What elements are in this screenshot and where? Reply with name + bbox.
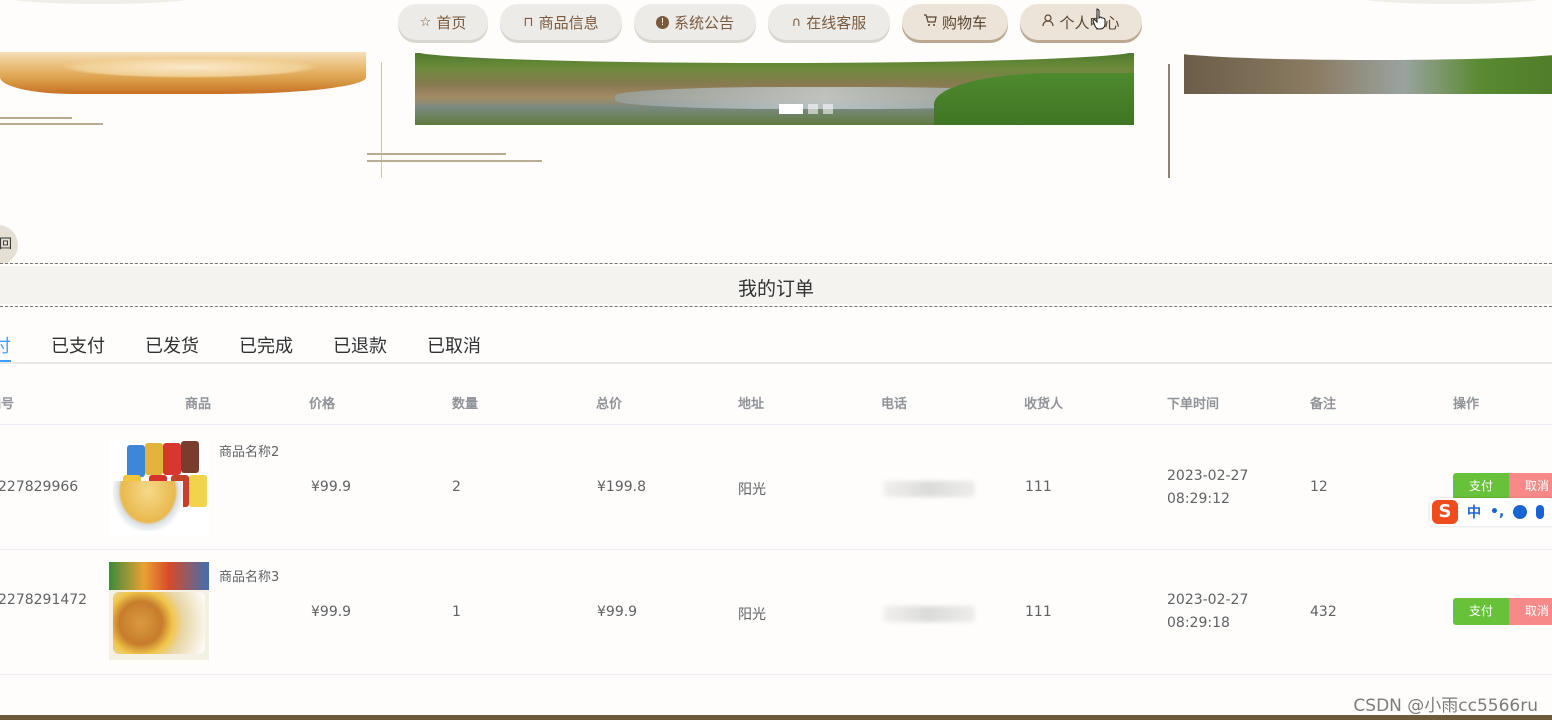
hand-cursor-icon [1092,8,1106,30]
nav-item-products[interactable]: ⊓ 商品信息 [500,4,622,40]
nav-item-profile[interactable]: 个人中心 [1020,4,1142,40]
tab-refunded[interactable]: 已退款 [333,332,387,358]
tab-paid[interactable]: 已支付 [51,332,105,358]
pay-button[interactable]: 支付 [1453,473,1509,500]
microphone-icon[interactable] [1536,505,1545,519]
order-time: 2023-02-27 08:29:12 [1167,468,1249,507]
table-header: 编号 商品 价格 数量 总价 地址 电话 收货人 下单时间 备注 操作 [0,378,1552,425]
column-header: 价格 [309,397,336,412]
column-header: 备注 [1310,397,1337,412]
nav-item-announcements[interactable]: ! 系统公告 [634,4,756,40]
column-header: 数量 [452,397,479,412]
order-status-tabs: 付 已支付 已发货 已完成 已退款 已取消 [0,330,1552,364]
table-row: 2278291472 商品名称3 ¥99.9 1 ¥99.9 阳光 111 20… [0,550,1552,675]
receiver: 111 [1025,479,1052,495]
tab-shipped[interactable]: 已发货 [145,332,199,358]
user-icon [1042,14,1055,30]
address: 阳光 [738,607,766,623]
nav-item-label: 系统公告 [673,13,734,32]
decorative-line [367,160,542,162]
ime-toolbar[interactable]: S 中 •, [1430,498,1552,526]
table-row: 227829966 商品名称2 ¥99.9 2 ¥199.8 阳光 111 20… [0,425,1552,550]
order-id: 227829966 [0,479,79,495]
order-time: 2023-02-27 08:29:18 [1167,592,1249,631]
carousel-indicators [779,104,833,114]
nav-item-label: 商品信息 [538,13,599,32]
alert-icon: ! [655,15,669,29]
carousel-dot[interactable] [808,104,818,114]
note: 12 [1310,479,1328,495]
carousel-dot[interactable] [779,104,803,114]
quantity: 1 [452,604,461,620]
column-header: 地址 [738,397,765,412]
note: 432 [1310,604,1337,620]
phone-redacted [883,606,975,622]
price: ¥99.9 [311,604,352,620]
product-image[interactable] [109,439,209,537]
sogou-logo-icon: S [1432,500,1458,524]
price: ¥99.9 [311,479,352,495]
ime-punctuation[interactable]: •, [1490,504,1504,520]
column-header: 电话 [881,397,908,412]
nav-item-label: 首页 [436,13,467,32]
nav-item-home[interactable]: ☆ 首页 [398,4,488,40]
nav-item-cart[interactable]: 购物车 [902,4,1008,40]
tab-cancelled[interactable]: 已取消 [427,332,481,358]
active-tab-indicator [0,360,11,362]
column-header: 收货人 [1024,397,1064,412]
shopping-bag-icon: ⊓ [523,14,534,30]
receiver: 111 [1025,604,1052,620]
decorative-line [0,117,72,119]
product-name: 商品名称2 [219,445,280,460]
footer-bar [0,715,1552,720]
ime-mode[interactable]: 中 [1467,502,1481,522]
product-name: 商品名称3 [219,570,280,585]
nav-decoration [0,0,200,4]
page-title-bar: 我的订单 [0,263,1552,307]
nav-item-label: 购物车 [941,13,987,32]
carousel-dot[interactable] [823,104,833,114]
total-price: ¥99.9 [597,604,638,620]
cancel-button[interactable]: 取消 [1509,598,1552,625]
nav-item-support[interactable]: ∩ 在线客服 [768,4,890,40]
tab-completed[interactable]: 已完成 [239,332,293,358]
carousel-slide-prev[interactable] [0,52,366,94]
decorative-line [0,123,103,125]
cart-icon [923,14,937,30]
page-title: 我的订单 [737,278,814,300]
headset-icon: ∩ [791,14,802,30]
quantity: 2 [452,479,461,495]
emoji-icon[interactable] [1513,505,1528,519]
top-nav: ☆ 首页 ⊓ 商品信息 ! 系统公告 ∩ 在线客服 购物车 个人中心 [0,0,1552,48]
back-button[interactable]: 回 [0,225,18,265]
cancel-button[interactable]: 取消 [1509,473,1552,500]
product-image[interactable] [109,562,209,660]
column-header: 总价 [596,397,623,412]
carousel-slide-current[interactable] [415,53,1134,125]
pay-button[interactable]: 支付 [1453,598,1509,625]
column-header: 编号 [0,397,15,412]
column-header: 操作 [1453,397,1480,412]
nav-item-label: 在线客服 [806,13,867,32]
order-id: 2278291472 [0,592,88,608]
column-header: 下单时间 [1167,397,1220,412]
nav-item-label: 个人中心 [1059,13,1120,32]
decorative-line [1168,64,1170,178]
watermark: CSDN @小雨cc5566ru [1353,696,1538,716]
star-icon: ☆ [419,14,432,30]
tab-unpaid[interactable]: 付 [0,332,11,358]
total-price: ¥199.8 [597,479,646,495]
phone-redacted [883,481,975,497]
decorative-line [367,153,506,155]
carousel-slide-next[interactable] [1184,52,1552,94]
column-header: 商品 [185,397,212,412]
nav-decoration [1352,0,1552,4]
address: 阳光 [738,482,766,498]
